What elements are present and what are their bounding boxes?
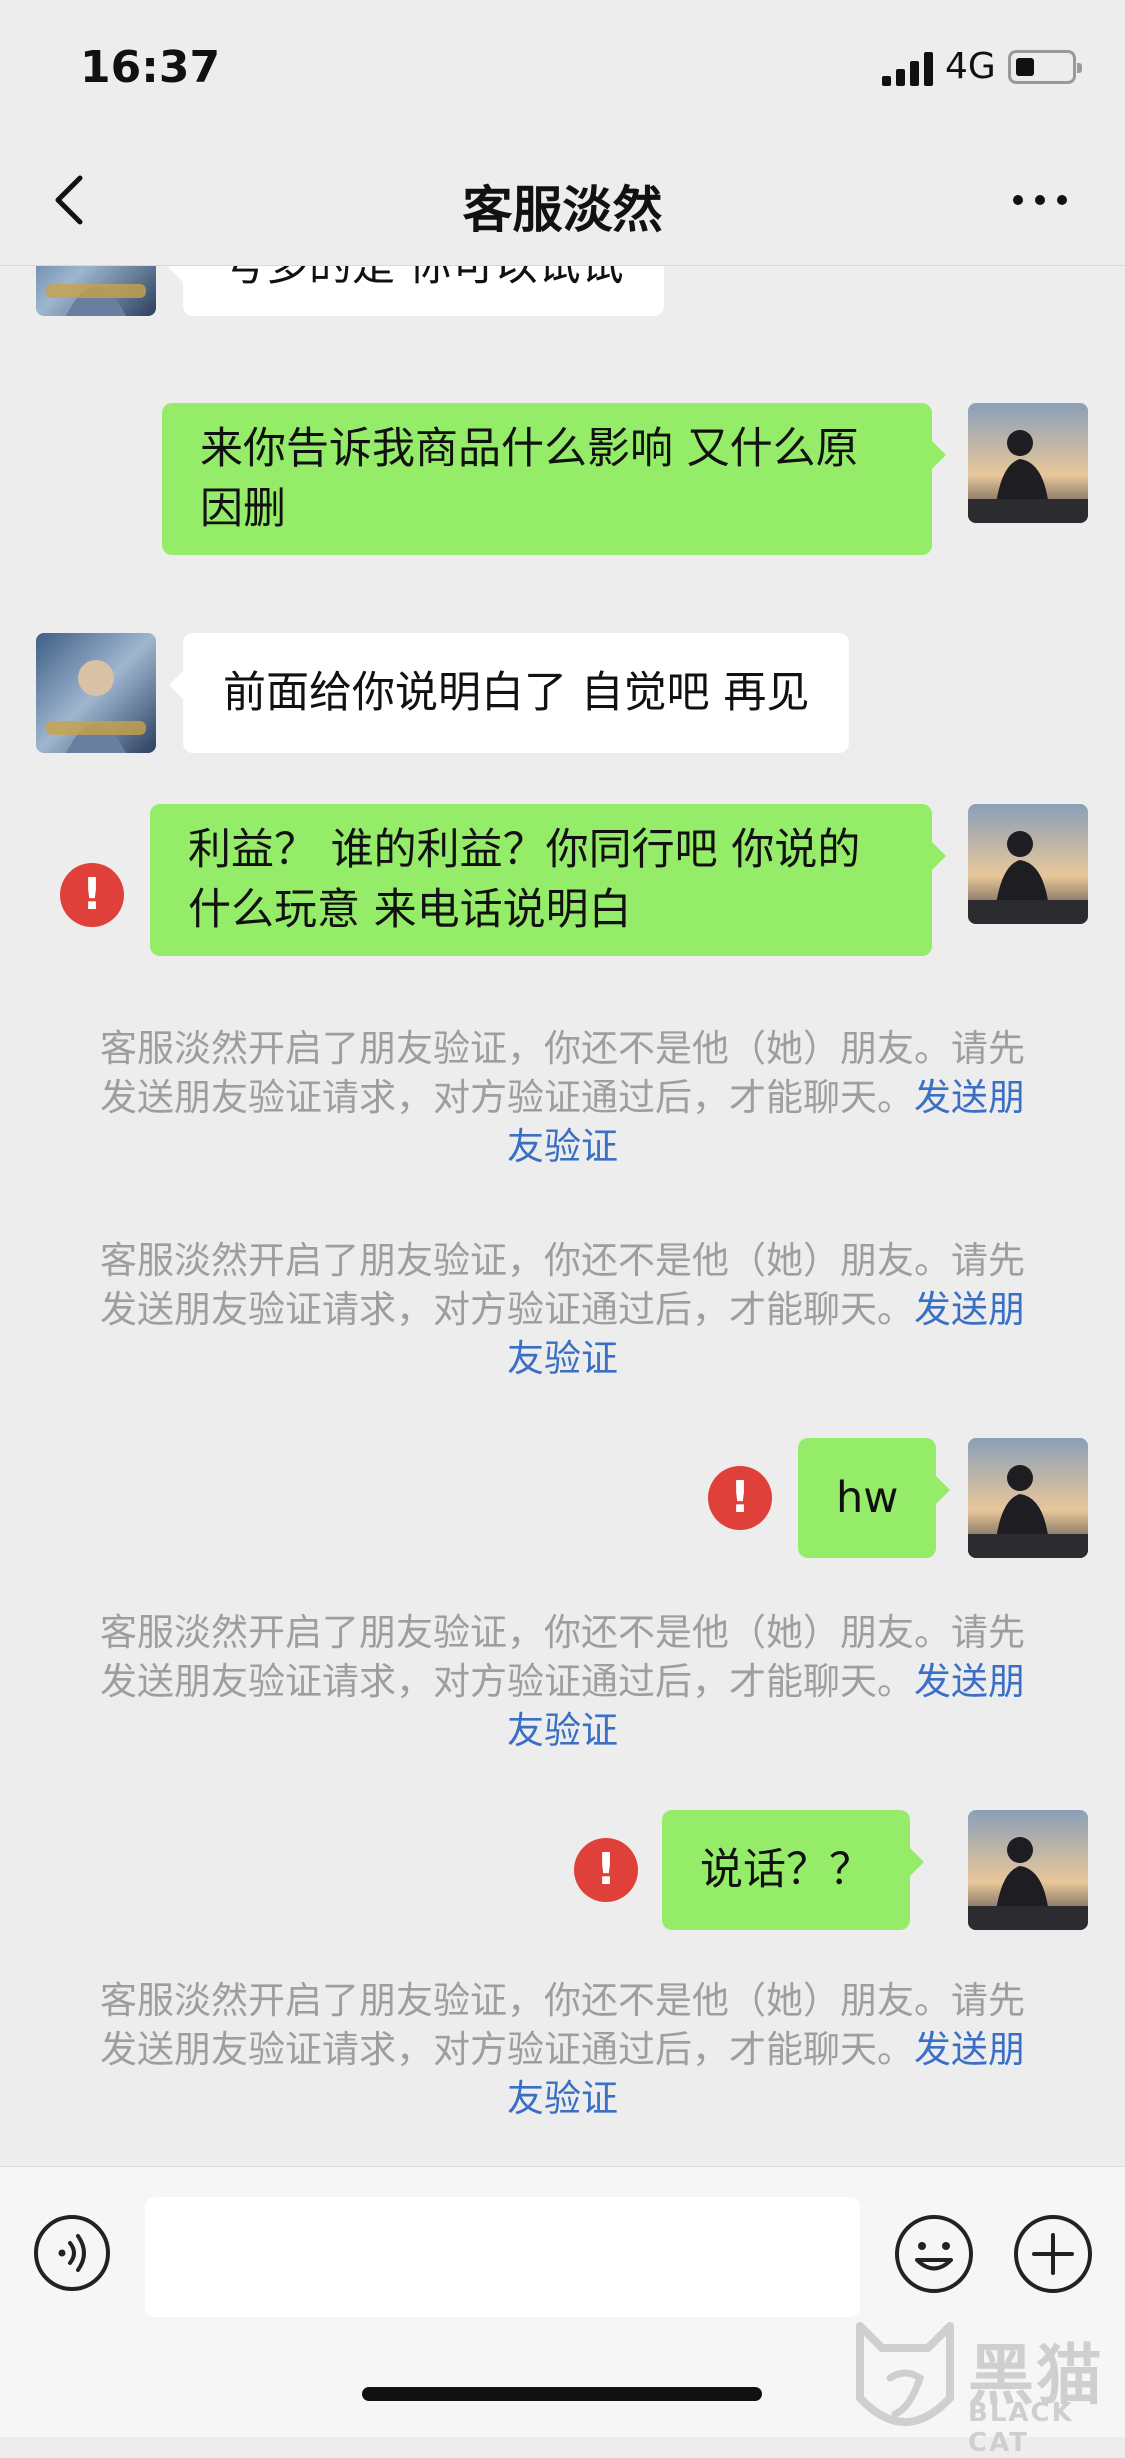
system-message: 客服淡然开启了朋友验证，你还不是他（她）朋友。请先发送朋友验证请求，对方验证通过… [90, 1608, 1035, 1755]
user-avatar[interactable] [968, 1438, 1088, 1558]
plus-icon[interactable] [1012, 2213, 1094, 2295]
alert-icon[interactable]: ! [60, 863, 124, 927]
voice-icon[interactable] [32, 2213, 112, 2293]
message-bubble-outgoing[interactable]: hw [798, 1438, 951, 1558]
system-message-text: 客服淡然开启了朋友验证，你还不是他（她）朋友。请先发送朋友验证请求，对方验证通过… [100, 1239, 1025, 1331]
emoji-icon[interactable] [893, 2213, 975, 2295]
contact-avatar[interactable] [36, 633, 156, 753]
network-type: 4G [945, 46, 996, 87]
alert-icon[interactable]: ! [574, 1838, 638, 1902]
system-message: 客服淡然开启了朋友验证，你还不是他（她）朋友。请先发送朋友验证请求，对方验证通过… [90, 1024, 1035, 1171]
message-input[interactable] [145, 2197, 860, 2317]
system-message: 客服淡然开启了朋友验证，你还不是他（她）朋友。请先发送朋友验证请求，对方验证通过… [90, 1976, 1035, 2123]
system-message-text: 客服淡然开启了朋友验证，你还不是他（她）朋友。请先发送朋友验证请求，对方验证通过… [100, 1611, 1025, 1703]
message-bubble-outgoing[interactable]: 利益？ 谁的利益？你同行吧 你说的什么玩意 来电话说明白 [150, 804, 946, 956]
more-dots-icon[interactable] [1010, 188, 1070, 212]
cat-logo-icon [856, 2322, 954, 2426]
message-bubble-outgoing[interactable]: 来你告诉我商品什么影响 又什么原因删 [162, 403, 946, 555]
system-message: 客服淡然开启了朋友验证，你还不是他（她）朋友。请先发送朋友验证请求，对方验证通过… [90, 1236, 1035, 1383]
status-time: 16:37 [80, 42, 221, 93]
watermark-en: BLACK CAT [968, 2398, 1074, 2458]
battery-icon [1008, 50, 1082, 84]
nav-bar: 客服淡然 [0, 140, 1125, 266]
message-bubble-incoming[interactable]: 前面给你说明白了 自觉吧 再见 [168, 633, 850, 753]
user-avatar[interactable] [968, 804, 1088, 924]
chat-title: 客服淡然 [462, 181, 663, 239]
system-message-text: 客服淡然开启了朋友验证，你还不是他（她）朋友。请先发送朋友验证请求，对方验证通过… [100, 1979, 1025, 2071]
message-bubble-outgoing[interactable]: 说话？？ [662, 1810, 924, 1930]
signal-icon [882, 52, 933, 86]
watermark: 黑猫 BLACK CAT [850, 2318, 1120, 2458]
home-indicator [362, 2387, 762, 2401]
alert-icon[interactable]: ! [708, 1466, 772, 1530]
user-avatar[interactable] [968, 403, 1088, 523]
chat-area[interactable]: 号多的是 你可以试试 来你告诉我商品什么影响 又什么原因删 前面给你说明白了 自… [0, 266, 1125, 2166]
status-bar: 16:37 4G [0, 0, 1125, 140]
contact-avatar[interactable] [36, 266, 156, 316]
system-message-text: 客服淡然开启了朋友验证，你还不是他（她）朋友。请先发送朋友验证请求，对方验证通过… [100, 1027, 1025, 1119]
user-avatar[interactable] [968, 1810, 1088, 1930]
message-bubble-incoming[interactable]: 号多的是 你可以试试 [169, 266, 664, 316]
